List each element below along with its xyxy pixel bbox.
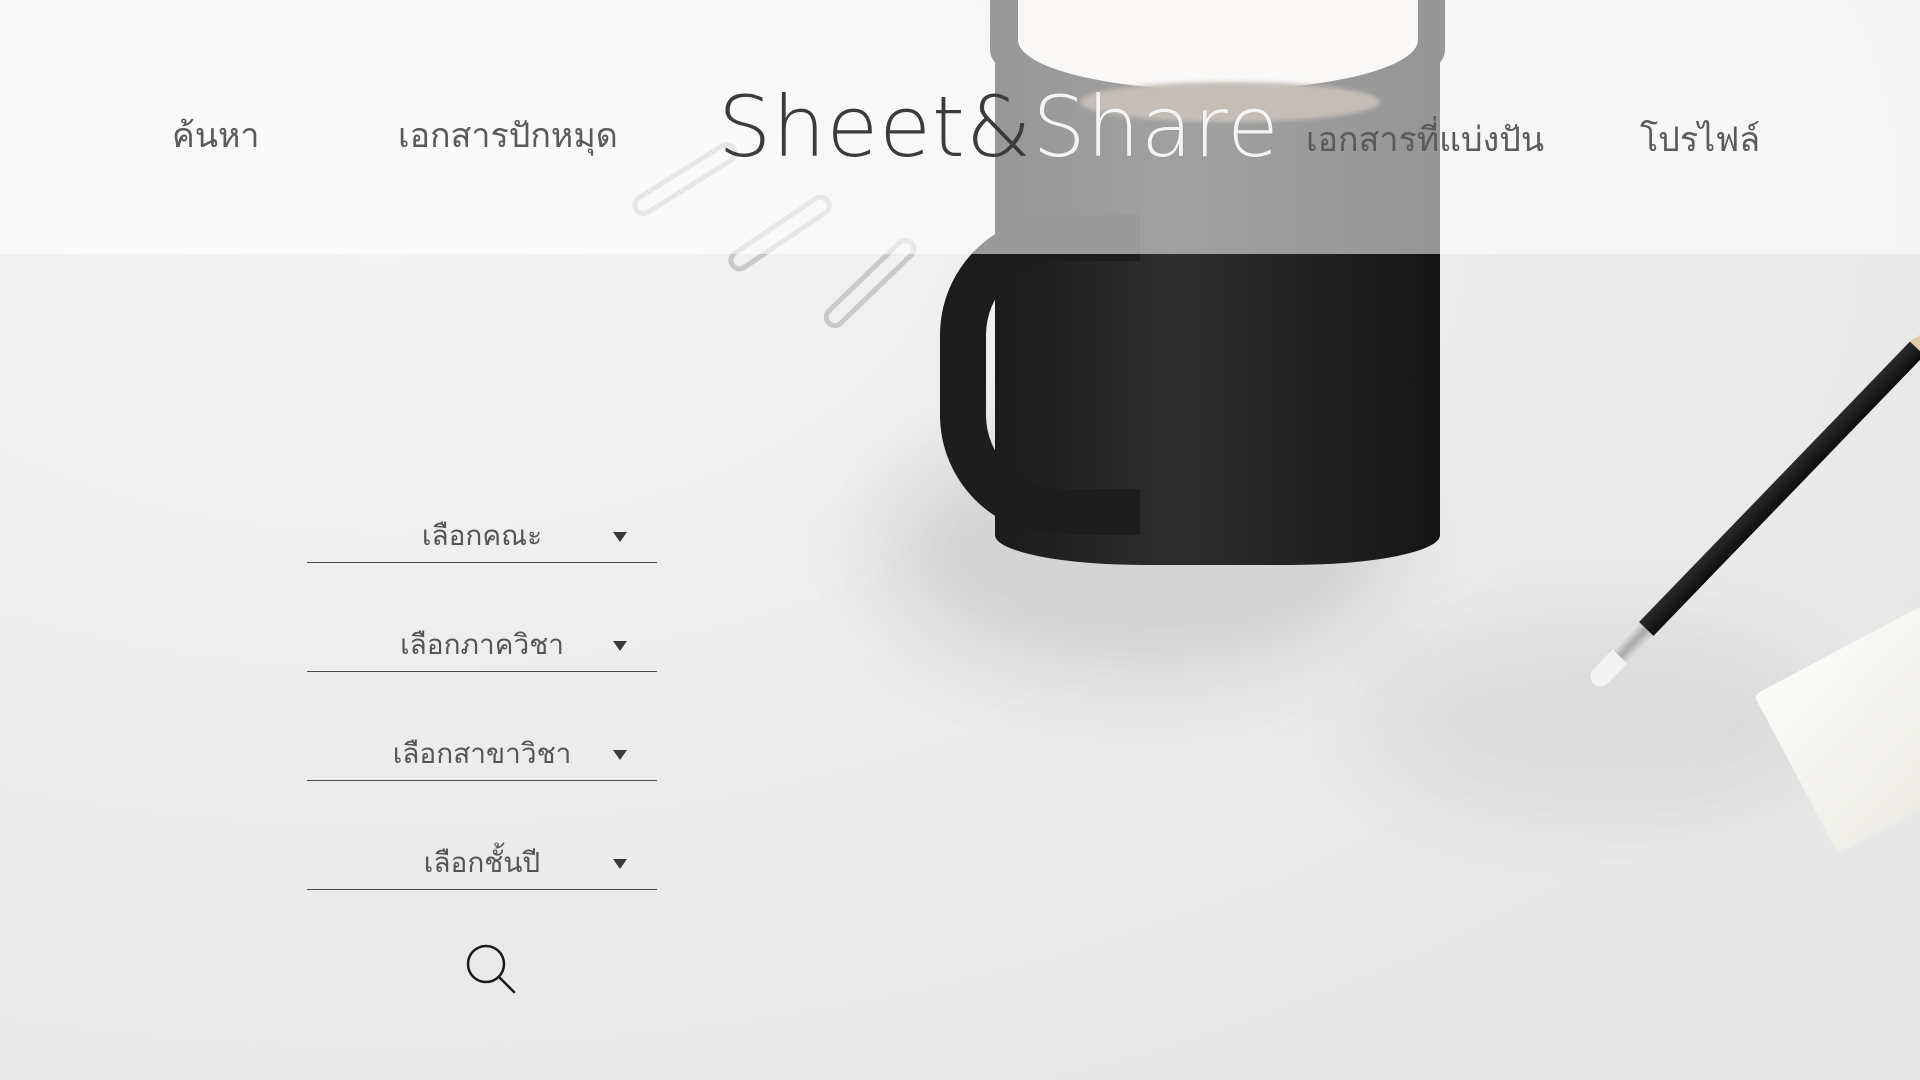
search-button[interactable] [464, 942, 520, 998]
faculty-select-label: เลือกคณะ [421, 519, 543, 552]
mug-handle [940, 215, 1140, 535]
nav-profile[interactable]: โปรไฟล์ [1640, 112, 1760, 166]
caret-down-icon [613, 859, 627, 869]
caret-down-icon [613, 641, 627, 651]
search-icon [466, 944, 516, 994]
caret-down-icon [613, 532, 627, 542]
department-select-label: เลือกภาควิชา [400, 628, 564, 661]
eraser [1753, 605, 1920, 855]
header-bar: ค้นหา เอกสารปักหมุด Sheet&Share เอกสารที… [0, 0, 1920, 254]
logo-share: Share [1032, 78, 1280, 176]
faculty-select[interactable]: เลือกคณะ [307, 510, 657, 563]
nav-search[interactable]: ค้นหา [172, 108, 260, 162]
major-select-label: เลือกสาขาวิชา [392, 737, 572, 770]
year-select[interactable]: เลือกชั้นปี [307, 837, 657, 890]
pencil [1586, 274, 1920, 691]
year-select-label: เลือกชั้นปี [423, 846, 541, 879]
nav-pinned-documents[interactable]: เอกสารปักหมุด [398, 108, 618, 162]
logo-ampersand: & [965, 78, 1033, 176]
department-select[interactable]: เลือกภาควิชา [307, 619, 657, 672]
major-select[interactable]: เลือกสาขาวิชา [307, 728, 657, 781]
logo-sheet: Sheet [718, 78, 966, 176]
logo[interactable]: Sheet&Share [718, 78, 1280, 176]
nav-shared-documents[interactable]: เอกสารที่แบ่งปัน [1306, 112, 1544, 166]
caret-down-icon [613, 750, 627, 760]
